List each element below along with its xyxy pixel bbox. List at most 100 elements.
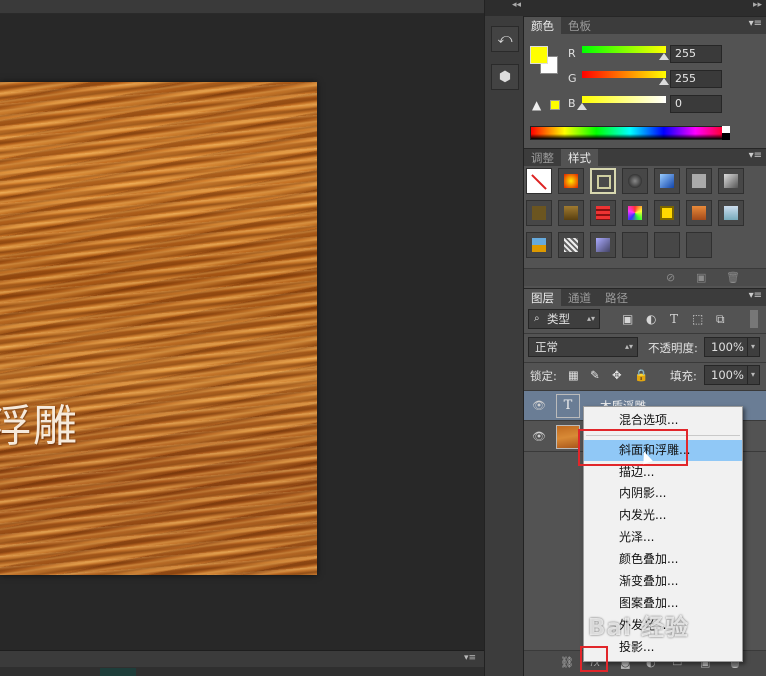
- chevron-down-icon[interactable]: ▾: [746, 366, 755, 384]
- style-none[interactable]: [526, 168, 552, 194]
- document-canvas-area[interactable]: 浮雕: [0, 0, 484, 650]
- style-preset[interactable]: [590, 168, 616, 194]
- channel-r-slider[interactable]: [582, 46, 666, 53]
- collapse-dock-button[interactable]: ▸▸: [524, 0, 766, 16]
- collapsed-panel-strip: ◂◂ ⤺ ⬢: [484, 0, 525, 676]
- menu-item-blending-options[interactable]: 混合选项...: [584, 410, 742, 431]
- tab-adjustments[interactable]: 调整: [524, 149, 561, 167]
- divider: [524, 333, 766, 334]
- filter-pixel-icon[interactable]: ▣: [622, 312, 633, 326]
- trash-icon[interactable]: 🗑: [726, 271, 740, 284]
- tab-styles[interactable]: 样式: [561, 149, 598, 167]
- tab-paths[interactable]: 路径: [598, 289, 635, 307]
- style-preset[interactable]: [622, 168, 648, 194]
- menu-item-inner-shadow[interactable]: 内阴影...: [584, 483, 742, 504]
- menu-item-satin[interactable]: 光泽...: [584, 527, 742, 548]
- channel-b-value[interactable]: 0: [670, 95, 722, 113]
- menu-item-color-overlay[interactable]: 颜色叠加...: [584, 549, 742, 570]
- style-preset[interactable]: [590, 200, 616, 226]
- lock-image-icon[interactable]: ✎: [590, 368, 600, 382]
- channel-g-slider[interactable]: [582, 71, 666, 78]
- channel-b-slider[interactable]: [582, 96, 666, 103]
- new-style-icon[interactable]: ▣: [696, 271, 706, 284]
- channel-g-thumb[interactable]: [659, 78, 669, 85]
- opacity-value: 100%: [711, 340, 744, 354]
- opacity-field[interactable]: 100% ▾: [704, 337, 760, 357]
- style-preset[interactable]: [558, 168, 584, 194]
- lock-all-icon[interactable]: 🔒: [634, 368, 648, 382]
- style-preset[interactable]: [718, 200, 744, 226]
- style-preset[interactable]: [558, 200, 584, 226]
- channel-b-thumb[interactable]: [577, 103, 587, 110]
- eye-icon[interactable]: 👁: [532, 399, 546, 412]
- channel-r-thumb[interactable]: [659, 53, 669, 60]
- panel-menu-icon[interactable]: ▾≡: [749, 18, 762, 29]
- style-preset[interactable]: [526, 200, 552, 226]
- fill-value: 100%: [711, 368, 744, 382]
- color-spectrum-bar[interactable]: [530, 126, 730, 140]
- fill-field[interactable]: 100% ▾: [704, 365, 760, 385]
- out-of-gamut-warning-icon[interactable]: ▲: [532, 98, 541, 112]
- highlight-box-fx-button: [580, 646, 608, 672]
- style-preset[interactable]: [686, 200, 712, 226]
- lock-label: 锁定:: [530, 369, 557, 383]
- image-layer-thumbnail[interactable]: [556, 425, 580, 449]
- style-preset[interactable]: [590, 232, 616, 258]
- filter-smart-object-icon[interactable]: ⧉: [716, 312, 725, 327]
- panel-menu-icon[interactable]: ▾≡: [749, 290, 762, 301]
- chevron-down-icon[interactable]: ▾: [746, 338, 755, 356]
- channel-g-value[interactable]: 255: [670, 70, 722, 88]
- gamut-color-swatch[interactable]: [550, 100, 560, 110]
- panel-menu-icon[interactable]: ▾≡: [749, 150, 762, 161]
- menu-item-gradient-overlay[interactable]: 渐变叠加...: [584, 571, 742, 592]
- horizontal-scrollbar-thumb[interactable]: [100, 668, 136, 676]
- style-preset[interactable]: [558, 232, 584, 258]
- tab-channels[interactable]: 通道: [561, 289, 598, 307]
- style-preset[interactable]: [718, 168, 744, 194]
- channel-r-label: R: [568, 47, 576, 60]
- fill-label: 填充:: [670, 369, 697, 383]
- layer-filter-select[interactable]: ⌕ 类型 ▴▾: [528, 309, 600, 329]
- document-tab-strip: [0, 0, 484, 14]
- chevron-updown-icon: ▴▾: [586, 314, 595, 323]
- collapse-strip-button[interactable]: ◂◂: [485, 0, 525, 16]
- filter-toggle[interactable]: [750, 310, 758, 328]
- channel-r-value[interactable]: 255: [670, 45, 722, 63]
- tab-color[interactable]: 颜色: [524, 17, 561, 35]
- layer-filter-value: 类型: [547, 312, 570, 326]
- text-layer-thumbnail[interactable]: T: [556, 394, 580, 418]
- style-preset[interactable]: [622, 200, 648, 226]
- style-preset[interactable]: [526, 232, 552, 258]
- menu-item-inner-glow[interactable]: 内发光...: [584, 505, 742, 526]
- style-preset[interactable]: [654, 200, 680, 226]
- foreground-color-swatch[interactable]: [530, 46, 548, 64]
- blend-mode-value: 正常: [535, 340, 558, 354]
- style-empty[interactable]: [654, 232, 680, 258]
- blend-mode-select[interactable]: 正常 ▴▾: [528, 337, 638, 357]
- lock-position-icon[interactable]: ✥: [612, 368, 622, 382]
- chevron-updown-icon: ▴▾: [624, 342, 633, 351]
- style-empty[interactable]: [622, 232, 648, 258]
- canvas-bottom-bar: ▾≡: [0, 650, 484, 676]
- styles-panel-footer: ⊘ ▣ 🗑: [524, 268, 766, 286]
- style-preset[interactable]: [686, 168, 712, 194]
- eye-icon[interactable]: 👁: [532, 430, 546, 443]
- wood-texture-image[interactable]: 浮雕: [0, 82, 317, 575]
- lock-transparent-icon[interactable]: ▦: [568, 368, 579, 382]
- filter-shape-icon[interactable]: ⬚: [692, 312, 703, 326]
- history-icon[interactable]: ⤺: [491, 26, 519, 52]
- clear-style-icon[interactable]: ⊘: [666, 271, 675, 284]
- black-white-swatch[interactable]: [722, 126, 730, 140]
- divider: [524, 362, 766, 363]
- filter-adjustment-icon[interactable]: ◐: [646, 312, 656, 326]
- 3d-icon[interactable]: ⬢: [491, 64, 519, 90]
- highlight-box-bevel-emboss: [578, 429, 688, 466]
- tab-swatches[interactable]: 色板: [561, 17, 598, 35]
- style-empty[interactable]: [686, 232, 712, 258]
- style-preset[interactable]: [654, 168, 680, 194]
- tab-layers[interactable]: 图层: [524, 289, 561, 307]
- panel-menu-icon[interactable]: ▾≡: [464, 653, 476, 663]
- link-layers-icon[interactable]: ⛓: [560, 656, 574, 669]
- filter-type-icon[interactable]: T: [670, 312, 678, 326]
- styles-panel-tabs: 调整 样式 ▾≡: [524, 148, 766, 167]
